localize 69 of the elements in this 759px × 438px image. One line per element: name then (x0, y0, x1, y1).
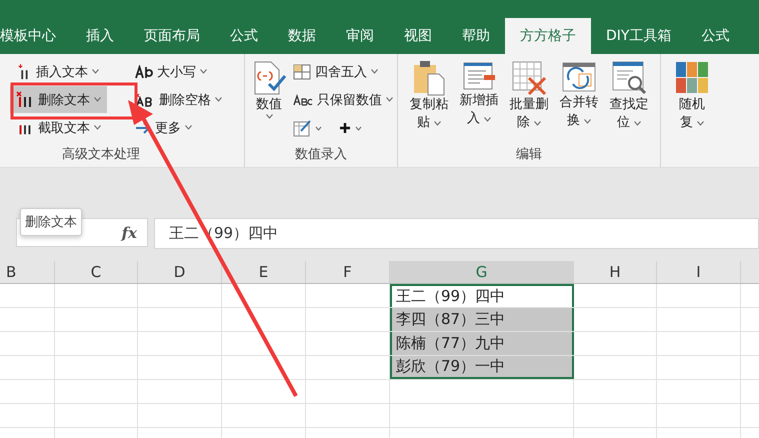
table-cell: 彭欣（79）一中 (390, 356, 574, 379)
table-cell: 陈楠（77）九中 (390, 332, 574, 355)
caret-icon (584, 119, 592, 124)
edit-table-icon[interactable] (293, 118, 323, 136)
caret-icon (94, 125, 101, 130)
caret-icon (215, 97, 222, 102)
tooltip: 删除文本 (20, 208, 82, 236)
ribbon-button[interactable]: 批量删 除 (504, 58, 554, 145)
ribbon-button[interactable]: 复制粘 贴 (404, 58, 454, 145)
caret-icon (94, 97, 101, 102)
insert-row-icon (462, 60, 496, 92)
group-label: 编辑 (515, 146, 543, 164)
table-delete-icon (511, 60, 547, 96)
ribbon-button[interactable]: 只保留数值 (293, 86, 393, 113)
caret-icon (484, 117, 492, 122)
table-cell: 王二（99）四中 (390, 284, 574, 307)
ribbon-button[interactable]: 四舍五入 (293, 58, 393, 85)
table-cell: 李四（87）三中 (390, 308, 574, 331)
ribbon-button[interactable]: 合并转 换 (554, 58, 604, 145)
ribbon-button[interactable]: 插入文本 (10, 58, 107, 85)
abc-icon (293, 94, 313, 106)
caret-icon (200, 69, 207, 74)
caret-icon (434, 121, 442, 126)
ribbon-tab[interactable]: 视图 (389, 18, 447, 54)
ribbon-button[interactable]: 数值 (251, 58, 287, 145)
column-header[interactable]: B (0, 261, 55, 283)
ribbon-button[interactable]: 查找定 位 (604, 58, 654, 145)
function-label[interactable]: fx (122, 224, 137, 242)
caret-icon (386, 97, 393, 102)
column-header[interactable]: G (390, 261, 574, 283)
caret-icon (185, 125, 192, 130)
ribbon-button[interactable]: 更多 (129, 114, 228, 141)
ribbon-tab[interactable]: 公式 (686, 18, 744, 54)
ribbon-tab[interactable]: 数据 (273, 18, 331, 54)
column-header[interactable]: D (138, 261, 222, 283)
ribbon-button[interactable]: 删除文本 (10, 86, 107, 113)
clipboard-icon (412, 60, 446, 96)
ribbon-tab[interactable]: 公式 (215, 18, 273, 54)
ribbon-tab[interactable]: 审阅 (331, 18, 389, 54)
ribbon-tab[interactable]: 插入 (71, 18, 129, 54)
group-label: 数值录入 (294, 146, 348, 164)
caret-icon (371, 69, 378, 74)
caret-icon (92, 69, 99, 74)
ribbon-button[interactable]: 删除空格 (129, 86, 228, 113)
ribbon-button[interactable]: 新增插 入 (454, 58, 504, 145)
column-header[interactable]: I (657, 261, 741, 283)
plus-icon[interactable] (339, 120, 363, 134)
case-icon (135, 64, 153, 78)
color-grid-icon (674, 60, 710, 96)
column-header[interactable]: C (55, 261, 138, 283)
grid-icon (293, 64, 311, 80)
ribbon-tab[interactable]: 页面布局 (129, 18, 215, 54)
group-label: 高级文本处理 (62, 146, 140, 164)
ribbon-button[interactable]: 截取文本 (10, 114, 107, 141)
caret-icon (266, 114, 272, 119)
table-swap-icon (561, 60, 597, 94)
caret-icon (697, 121, 704, 126)
caret-icon (534, 121, 542, 126)
ribbon-tab[interactable]: 模板中心 (0, 18, 71, 54)
ribbon-tab[interactable]: 方方格子 (505, 18, 591, 54)
ribbon-tab[interactable]: DIY工具箱 (591, 18, 686, 54)
column-header[interactable]: E (222, 261, 306, 283)
search-icon (611, 60, 647, 96)
ribbon-button[interactable]: 大小写 (129, 58, 228, 85)
ribbon-button[interactable]: 随机 复 (667, 58, 717, 145)
column-header[interactable]: H (574, 261, 657, 283)
delete-text-icon (16, 90, 34, 108)
caret-icon (634, 121, 642, 126)
ribbon-tab[interactable]: 帮助 (447, 18, 505, 54)
